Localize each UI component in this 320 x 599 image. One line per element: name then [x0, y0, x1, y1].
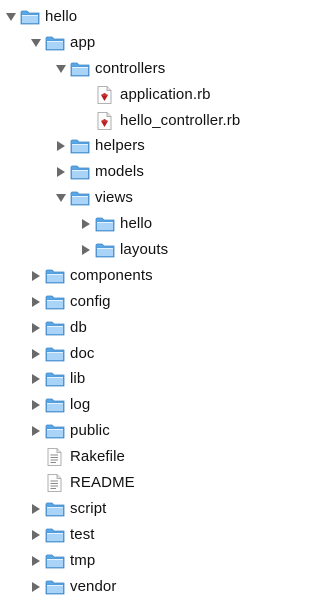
tree-item-label: app: [70, 33, 96, 51]
disclosure-collapsed-icon[interactable]: [30, 322, 42, 334]
tree-folder-row[interactable]: log: [0, 392, 293, 418]
disclosure-expanded-icon[interactable]: [5, 11, 17, 23]
tree-item-label: log: [70, 396, 91, 414]
tree-item-label: vendor: [70, 577, 117, 595]
tree-item-label: components: [70, 266, 153, 284]
tree-folder-row[interactable]: lib: [0, 366, 293, 392]
tree-item-label: views: [95, 189, 134, 207]
disclosure-collapsed-icon[interactable]: [30, 425, 42, 437]
tree-item-label: layouts: [120, 240, 169, 258]
tree-item-label: helpers: [95, 137, 145, 155]
tree-folder-row[interactable]: components: [0, 263, 293, 289]
tree-item-label: script: [70, 499, 107, 517]
tree-item-label: doc: [70, 344, 95, 362]
disclosure-collapsed-icon[interactable]: [30, 373, 42, 385]
tree-file-row[interactable]: README: [0, 470, 293, 496]
ruby-file-icon: [94, 111, 116, 131]
disclosure-collapsed-icon[interactable]: [30, 348, 42, 360]
folder-icon: [69, 136, 91, 156]
folder-icon: [19, 7, 41, 27]
tree-item-label: config: [70, 292, 111, 310]
tree-item-label: public: [70, 422, 110, 440]
folder-icon: [69, 162, 91, 182]
folder-icon: [44, 395, 66, 415]
folder-icon: [44, 33, 66, 53]
folder-icon: [44, 369, 66, 389]
disclosure-expanded-icon[interactable]: [55, 63, 67, 75]
disclosure-expanded-icon[interactable]: [55, 192, 67, 204]
tree-file-row[interactable]: Rakefile: [0, 444, 293, 470]
folder-icon: [44, 266, 66, 286]
tree-item-label: hello: [120, 215, 153, 233]
text-file-icon: [44, 447, 66, 467]
tree-folder-row[interactable]: script: [0, 496, 293, 522]
tree-folder-row[interactable]: helpers: [0, 133, 293, 159]
tree-item-label: tmp: [70, 551, 96, 569]
tree-folder-row[interactable]: hello: [0, 211, 293, 237]
folder-icon: [69, 59, 91, 79]
disclosure-collapsed-icon[interactable]: [30, 503, 42, 515]
folder-icon: [44, 499, 66, 519]
folder-icon: [44, 525, 66, 545]
folder-icon: [44, 577, 66, 597]
tree-folder-row[interactable]: tmp: [0, 548, 293, 574]
text-file-icon: [44, 473, 66, 493]
tree-folder-row[interactable]: views: [0, 185, 293, 211]
disclosure-collapsed-icon[interactable]: [30, 296, 42, 308]
folder-icon: [44, 421, 66, 441]
ruby-file-icon: [94, 85, 116, 105]
tree-folder-row[interactable]: config: [0, 289, 293, 315]
tree-item-label: README: [70, 473, 135, 491]
disclosure-collapsed-icon[interactable]: [30, 399, 42, 411]
tree-folder-row[interactable]: test: [0, 522, 293, 548]
tree-folder-row[interactable]: db: [0, 315, 293, 341]
folder-icon: [94, 240, 116, 260]
disclosure-collapsed-icon[interactable]: [30, 270, 42, 282]
tree-folder-row[interactable]: public: [0, 418, 293, 444]
folder-icon: [44, 292, 66, 312]
tree-folder-row[interactable]: hello: [0, 4, 293, 30]
disclosure-collapsed-icon[interactable]: [55, 166, 67, 178]
folder-icon: [69, 188, 91, 208]
disclosure-collapsed-icon[interactable]: [80, 244, 92, 256]
folder-icon: [44, 318, 66, 338]
tree-item-label: lib: [70, 370, 86, 388]
tree-item-label: db: [70, 318, 87, 336]
file-tree: hello app controllers application.rb hello_c…: [0, 0, 293, 595]
tree-item-label: Rakefile: [70, 448, 125, 466]
tree-item-label: controllers: [95, 59, 166, 77]
tree-file-row[interactable]: hello_controller.rb: [0, 108, 293, 134]
tree-item-label: hello: [45, 7, 78, 25]
tree-item-label: application.rb: [120, 85, 211, 103]
folder-icon: [44, 551, 66, 571]
tree-folder-row[interactable]: layouts: [0, 237, 293, 263]
tree-folder-row[interactable]: models: [0, 159, 293, 185]
tree-folder-row[interactable]: app: [0, 30, 293, 56]
tree-file-row[interactable]: application.rb: [0, 82, 293, 108]
disclosure-collapsed-icon[interactable]: [80, 218, 92, 230]
tree-item-label: models: [95, 163, 144, 181]
tree-folder-row[interactable]: doc: [0, 341, 293, 367]
disclosure-expanded-icon[interactable]: [30, 37, 42, 49]
tree-item-label: hello_controller.rb: [120, 111, 241, 129]
folder-icon: [44, 344, 66, 364]
disclosure-collapsed-icon[interactable]: [30, 555, 42, 567]
folder-icon: [94, 214, 116, 234]
disclosure-collapsed-icon[interactable]: [30, 529, 42, 541]
disclosure-collapsed-icon[interactable]: [55, 140, 67, 152]
disclosure-collapsed-icon[interactable]: [30, 581, 42, 593]
tree-item-label: test: [70, 525, 95, 543]
tree-folder-row[interactable]: vendor: [0, 574, 293, 599]
tree-folder-row[interactable]: controllers: [0, 56, 293, 82]
